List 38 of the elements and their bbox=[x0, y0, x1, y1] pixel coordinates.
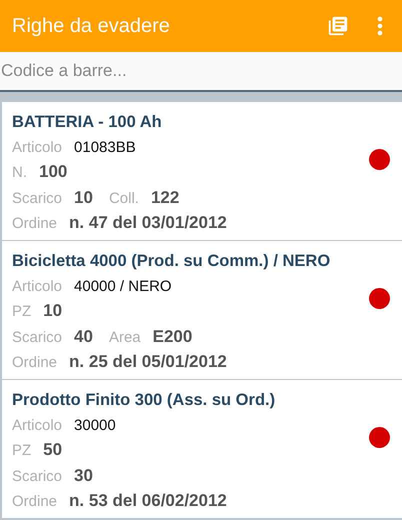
field-value: 122 bbox=[150, 186, 180, 208]
field-value: n. 47 del 03/01/2012 bbox=[69, 212, 227, 234]
field-value: n. 25 del 05/01/2012 bbox=[69, 351, 227, 373]
field-value: n. 53 del 06/02/2012 bbox=[69, 490, 227, 512]
field-value: 100 bbox=[39, 161, 68, 183]
field-value: 30 bbox=[74, 464, 93, 486]
field-label: Ordine bbox=[12, 214, 58, 234]
field-value: 40000 / NERO bbox=[74, 276, 172, 296]
field-label: Scarico bbox=[12, 188, 62, 208]
field-label: Articolo bbox=[12, 276, 62, 296]
field-label: Articolo bbox=[12, 416, 62, 436]
item-title: Bicicletta 4000 (Prod. su Comm.) / NERO bbox=[12, 250, 332, 272]
field-label: N. bbox=[12, 163, 27, 183]
list-icon bbox=[327, 15, 349, 37]
field-value: 10 bbox=[74, 186, 93, 208]
field-label: Coll. bbox=[108, 188, 139, 208]
field-value: 50 bbox=[43, 439, 62, 461]
field-value: 30000 bbox=[74, 416, 116, 436]
order-line-card[interactable]: Bicicletta 4000 (Prod. su Comm.) / NERO Articolo 40000 / NERO PZ 10 Scarico 40 Area E200 Ordine n. 25 del 05/01/2012 bbox=[2, 241, 402, 379]
order-line-card[interactable]: BATTERIA - 100 Ah Articolo 01083BB N. 100 Scarico 10 Coll. 122 Ordine n. 47 del 03/01/2012 bbox=[2, 102, 402, 240]
field-value: 01083BB bbox=[74, 138, 136, 158]
field-label: Ordine bbox=[12, 492, 58, 512]
field-value: E200 bbox=[152, 326, 192, 348]
barcode-field[interactable]: Codice a barre... bbox=[0, 52, 402, 92]
item-title: Prodotto Finito 300 (Ass. su Ord.) bbox=[12, 390, 276, 410]
field-value: 40 bbox=[74, 326, 93, 348]
order-line-card[interactable]: Prodotto Finito 300 (Ass. su Ord.) Articolo 30000 PZ 50 Scarico 30 Ordine n. 53 del 06/02/2012 bbox=[2, 380, 402, 518]
field-label: Articolo bbox=[12, 138, 62, 158]
app-title: Righe da evadere bbox=[12, 14, 171, 38]
field-label: Scarico bbox=[12, 328, 62, 348]
field-label: Area bbox=[108, 328, 141, 348]
field-label: PZ bbox=[12, 302, 32, 322]
field-label: PZ bbox=[12, 441, 32, 461]
field-label: Ordine bbox=[12, 353, 58, 373]
field-label: Scarico bbox=[12, 466, 62, 486]
item-title: BATTERIA - 100 Ah bbox=[12, 112, 163, 132]
field-value: 10 bbox=[43, 300, 62, 322]
more-icon bbox=[377, 16, 383, 36]
